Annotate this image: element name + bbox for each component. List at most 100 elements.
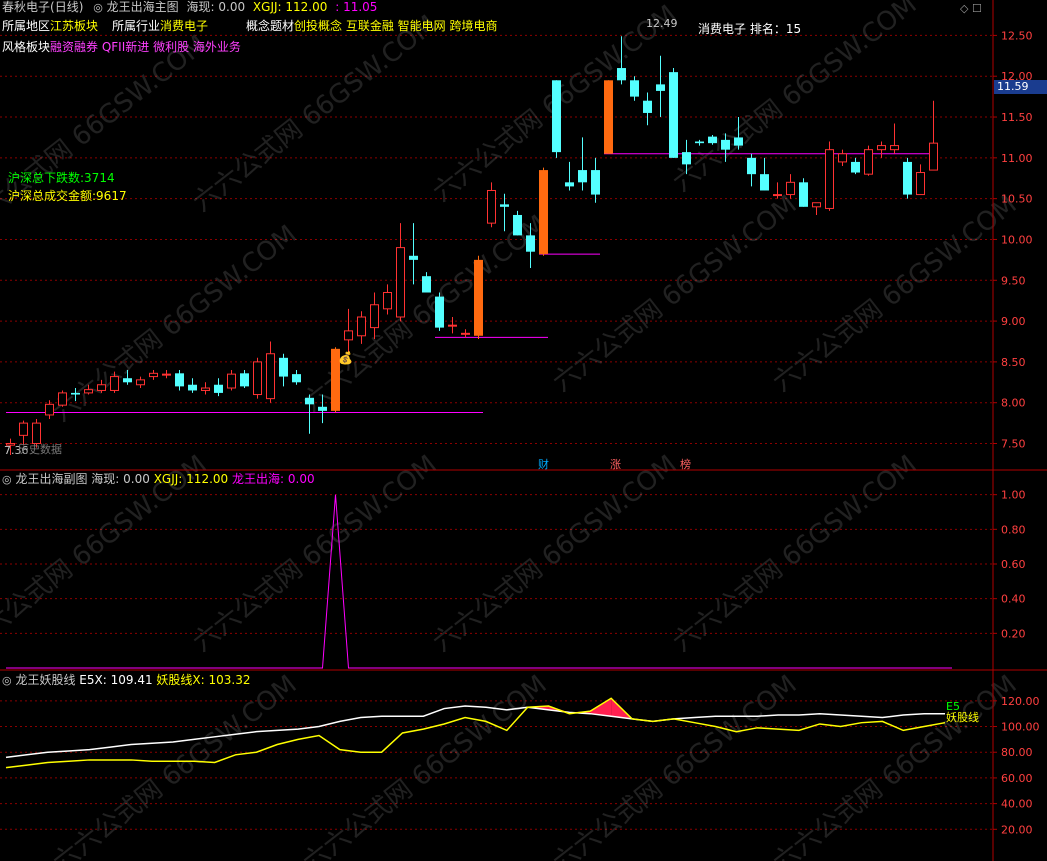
candle-body [123, 378, 132, 383]
third-header: ◎ 龙王妖股线 E5X: 109.41 妖股线X: 103.32 [2, 673, 251, 688]
main-tick-label: 7.50 [1001, 438, 1026, 451]
history-note: 历史数据 [18, 443, 62, 456]
window-controls[interactable]: ◇ ☐ [960, 2, 982, 15]
candle-body [877, 145, 886, 151]
stock-name[interactable]: 春秋电子 [2, 0, 50, 14]
watermark-text: 六六公式网 66GSW.COM [48, 670, 303, 861]
xgjj-label: XGJJ: [252, 0, 282, 14]
candle-body [760, 174, 769, 191]
candle-body [786, 181, 795, 196]
third-tick-label: 100.00 [1001, 721, 1040, 734]
collapse-icon[interactable]: ◎ [93, 1, 103, 14]
concept-label: 概念题材 [246, 19, 295, 33]
candle-body [422, 276, 431, 293]
candle-body [84, 389, 93, 394]
watermark-text: 六六公式网 66GSW.COM [298, 670, 553, 861]
dragon-label: 龙王出海: [232, 472, 285, 486]
turnover-value: 9617 [96, 189, 127, 203]
third-tick-label: 40.00 [1001, 798, 1033, 811]
region-label: 所属地区 [2, 19, 51, 33]
candle-body [734, 137, 743, 146]
candle-body [513, 214, 522, 236]
candle-body [747, 157, 756, 175]
sub-tick-label: 0.60 [1001, 558, 1026, 571]
down-count-row: 沪深总下跌数:3714 [8, 171, 115, 185]
main-tick-label: 8.50 [1001, 356, 1026, 369]
third-tick-label: 80.00 [1001, 746, 1033, 759]
candle-body [175, 373, 184, 387]
concept-row: 概念题材创投概念 互联金融 智能电网 跨境电商 [246, 19, 497, 33]
candle-body [799, 182, 808, 207]
haixian-value: 0.00 [218, 0, 246, 14]
period-label: (日线) [50, 0, 84, 14]
main-tick-label: 9.00 [1001, 315, 1026, 328]
candle-body [851, 161, 860, 173]
marker-cai[interactable]: 财 [538, 456, 549, 472]
rank-label: 消费电子 排名： [698, 22, 786, 36]
candle-body [292, 374, 301, 383]
e5-value: 109.41 [110, 673, 153, 687]
candle-body [201, 387, 210, 391]
candle-body [448, 324, 457, 327]
candle-body [227, 373, 236, 389]
money-bag-icon[interactable]: 💰 [338, 351, 353, 365]
sub-xgjj-label: XGJJ: [153, 472, 183, 486]
third-indicator-name[interactable]: 龙王妖股线 [15, 673, 75, 687]
candle-body [97, 384, 106, 391]
candle-body [825, 149, 834, 209]
candle-body [162, 373, 171, 376]
rank-value: 15 [785, 22, 802, 36]
sub-xgjj-value: 112.00 [186, 472, 229, 486]
candle-body [396, 247, 405, 318]
candle-body [279, 357, 288, 377]
candle-body [864, 149, 873, 175]
sub-indicator-name[interactable]: 龙王出海副图 [15, 472, 87, 486]
marker-zhang[interactable]: 涨 [610, 456, 621, 472]
candle-body [58, 392, 67, 406]
sub-haixian-value: 0.00 [123, 472, 150, 486]
candle-body [721, 139, 730, 150]
candle-body [812, 202, 821, 208]
candle-body [682, 152, 691, 165]
third-tick-label: 120.00 [1001, 695, 1040, 708]
main-tick-label: 9.50 [1001, 274, 1026, 287]
marker-bang[interactable]: 榜 [680, 456, 691, 472]
third-collapse-icon[interactable]: ◎ [2, 674, 12, 687]
candle-body [240, 373, 249, 387]
candle-body [565, 182, 574, 187]
turnover-label: 沪深总成交金额: [8, 189, 97, 203]
sub-tick-label: 1.00 [1001, 489, 1026, 502]
main-tick-label: 12.50 [1001, 29, 1033, 42]
candle-body [916, 172, 925, 196]
industry-row: 所属行业消费电子 [112, 19, 208, 33]
watermark-text: 六六公式网 66GSW.COM [768, 190, 1023, 398]
sub-tick-label: 0.40 [1001, 593, 1026, 606]
turnover-row: 沪深总成交金额:9617 [8, 189, 127, 203]
region-value: 江苏板块 [50, 19, 99, 33]
style-value: 融资融券 QFII新进 微利股 海外业务 [50, 40, 241, 54]
yao-value: 103.32 [208, 673, 251, 687]
candle-body [643, 100, 652, 113]
candle-body [435, 296, 444, 328]
rank-row: 消费电子 排名：15 [698, 22, 801, 36]
candle-body [45, 403, 54, 416]
candle-body [500, 204, 509, 207]
watermark-text: 六六公式网 66GSW.COM [0, 30, 213, 238]
sub-collapse-icon[interactable]: ◎ [2, 473, 12, 486]
candle-body [110, 376, 119, 391]
candle-body [591, 170, 600, 195]
main-tick-label: 8.00 [1001, 397, 1026, 410]
candle-body [344, 330, 353, 341]
industry-label: 所属行业 [112, 19, 161, 33]
haixian-label: 海现: [186, 0, 215, 14]
candle-body [656, 84, 665, 91]
third-tick-label: 20.00 [1001, 823, 1033, 836]
main-indicator-name[interactable]: 龙王出海主图 [107, 0, 179, 14]
candle-body [929, 142, 938, 171]
dragon-value: 0.00 [287, 472, 315, 486]
sub-tick-label: 0.20 [1001, 627, 1026, 640]
watermark-text: 六六公式网 66GSW.COM [768, 670, 1023, 861]
candle-body [890, 145, 899, 151]
candle-body [383, 292, 392, 310]
candle-body [318, 406, 327, 411]
